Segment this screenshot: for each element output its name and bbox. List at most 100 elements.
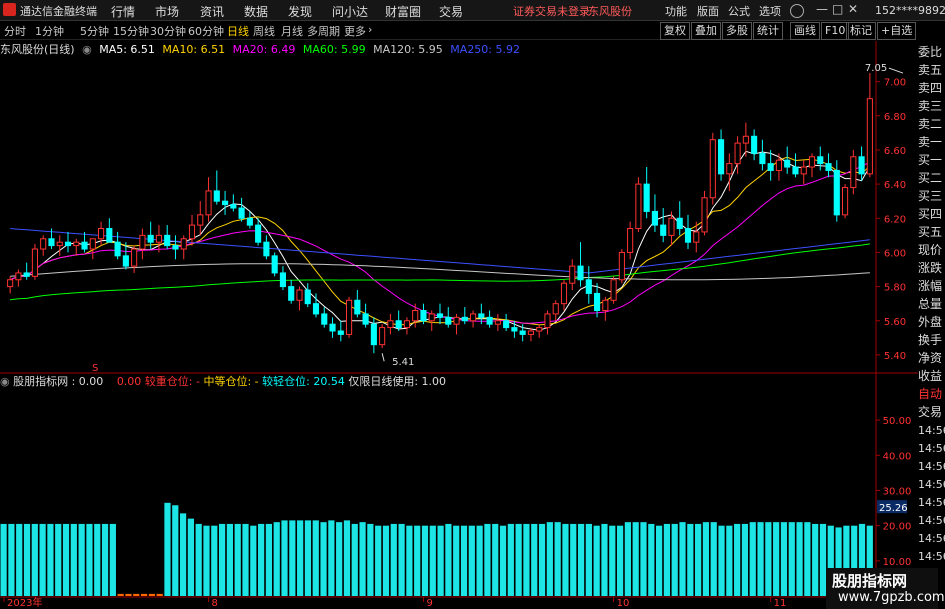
candle-body [337, 330, 344, 335]
period-tab-monthly[interactable]: 月线 [281, 23, 303, 39]
period-tab-60min[interactable]: 60分钟 [188, 23, 224, 39]
time-row: 14:56 [918, 532, 945, 545]
indicator-bar [562, 523, 569, 596]
indicator-bar [70, 523, 77, 596]
chevron-right-icon[interactable]: › [368, 23, 372, 36]
candle-body [23, 272, 30, 277]
indicator-legend: ◉ 股朋指标网 : 0.00 0.00 较重仓位: - 中等仓位: - 较轻仓位… [0, 373, 446, 388]
candle-body [205, 190, 212, 216]
ma-legend: 东风股份(日线) ◉ MA5: 6.51 MA10: 6.51 MA20: 6.… [0, 41, 860, 56]
candle-body [114, 241, 121, 257]
time-row: 14:56 [918, 442, 945, 455]
candle-body [312, 303, 320, 315]
period-tab-weekly[interactable]: 周线 [253, 23, 275, 39]
indicator-bar [468, 525, 475, 596]
menu-discover[interactable]: 发现 [288, 3, 312, 20]
indicator-menu-icon[interactable]: ◉ [0, 375, 10, 388]
menu-functions[interactable]: 功能 [665, 3, 687, 19]
candle-body [263, 241, 270, 257]
candle-body [651, 210, 658, 226]
candle-body [577, 265, 584, 281]
period-tab-daily[interactable]: 日线 [227, 23, 249, 39]
panel-label-net-assets: 净资 [918, 351, 943, 365]
indicator-bar [796, 522, 803, 596]
indicator-bar [570, 523, 577, 596]
restore-rights-button[interactable]: 复权 [660, 22, 690, 40]
panel-label-change: 涨跌 [918, 261, 943, 275]
period-tab-1min[interactable]: 1分钟 [35, 23, 64, 39]
candle-body [775, 159, 782, 171]
candle-body [329, 323, 336, 332]
indicator-bar [265, 523, 273, 596]
indicator-bar [101, 523, 109, 596]
candle-body [238, 207, 245, 219]
candle-body [866, 98, 873, 175]
add-watchlist-button[interactable]: +自选 [877, 22, 917, 40]
period-tab-5min[interactable]: 5分钟 [80, 23, 109, 39]
candle-body [131, 248, 138, 267]
draw-line-button[interactable]: 画线 [790, 22, 820, 40]
candle-body [379, 327, 386, 346]
indicator-bar [640, 522, 647, 596]
candle-body [701, 197, 708, 233]
maximize-icon[interactable]: □ [832, 2, 843, 16]
indicator-bar [484, 523, 491, 596]
dropdown-icon[interactable]: ◉ [82, 43, 92, 56]
trade-tab[interactable]: 交易 [918, 403, 945, 420]
period-tab-15min[interactable]: 15分钟 [113, 23, 149, 39]
minimize-icon[interactable]: — [816, 2, 828, 16]
user-avatar-icon[interactable] [790, 4, 804, 18]
price-tick-label: 5.60 [884, 317, 906, 328]
mark-button[interactable]: 标记 [846, 22, 876, 40]
menu-market[interactable]: 市场 [155, 3, 179, 20]
candle-body [560, 282, 568, 305]
indicator-bar [203, 525, 210, 596]
indicator-value: : 0.00 [71, 375, 104, 388]
indicator-bar [741, 523, 749, 596]
indicator-bar [343, 520, 351, 596]
period-tab-30min[interactable]: 30分钟 [150, 23, 186, 39]
indicator-bar [648, 523, 655, 596]
menu-data[interactable]: 数据 [244, 3, 268, 20]
multi-stock-button[interactable]: 多股 [722, 22, 752, 40]
panel-label-change-pct: 涨幅 [918, 279, 943, 293]
indicator-bar [23, 523, 31, 596]
menu-options[interactable]: 选项 [759, 3, 781, 19]
indicator-value-2: 0.00 [116, 375, 142, 388]
ma120-value: MA120: 5.95 [373, 43, 443, 56]
indicator-bar [382, 525, 390, 596]
candle-body [56, 241, 63, 247]
candle-body [172, 245, 179, 250]
indicator-bar [250, 525, 257, 596]
price-extreme-arrow [888, 67, 904, 74]
indicator-bar [31, 523, 38, 596]
account-id[interactable]: 152****9892 [875, 4, 945, 17]
candle-body [73, 241, 80, 247]
site-watermark: 股朋指标网 www.7gpzb.com [826, 568, 945, 609]
period-tab-more[interactable]: 更多 [344, 23, 366, 39]
candle-body [420, 310, 427, 322]
indicator-bar [734, 523, 741, 596]
menu-news[interactable]: 资讯 [200, 3, 224, 20]
indicator-bar [656, 525, 663, 596]
watermark-title: 股朋指标网 [832, 572, 908, 590]
menu-trade[interactable]: 交易 [439, 3, 463, 20]
price-tick-label: 5.80 [884, 283, 906, 294]
price-tick-label: 6.40 [884, 180, 906, 191]
login-notice[interactable]: 证券交易未登录 [513, 3, 590, 19]
kline-chart[interactable]: 5.40 5.60 5.80 6.00 6.20 6.40 6.60 6.80 7.00 7.0… [0, 41, 918, 609]
menu-ask[interactable]: 问小达 [332, 3, 368, 20]
period-tab-intraday[interactable]: 分时 [4, 23, 26, 39]
overlay-button[interactable]: 叠加 [691, 22, 721, 40]
stats-button[interactable]: 统计 [753, 22, 783, 40]
menu-wealth[interactable]: 财富圈 [385, 3, 421, 20]
menu-formula[interactable]: 公式 [728, 3, 750, 19]
period-tab-multi[interactable]: 多周期 [307, 23, 340, 39]
candle-body [403, 320, 410, 329]
menu-layout[interactable]: 版面 [697, 3, 719, 19]
auto-trade-tab[interactable]: 自动 [918, 385, 945, 402]
candle-body [618, 251, 625, 281]
indicator-bar [445, 523, 452, 596]
close-icon[interactable]: ✕ [848, 2, 858, 16]
menu-quotes[interactable]: 行情 [111, 3, 135, 20]
